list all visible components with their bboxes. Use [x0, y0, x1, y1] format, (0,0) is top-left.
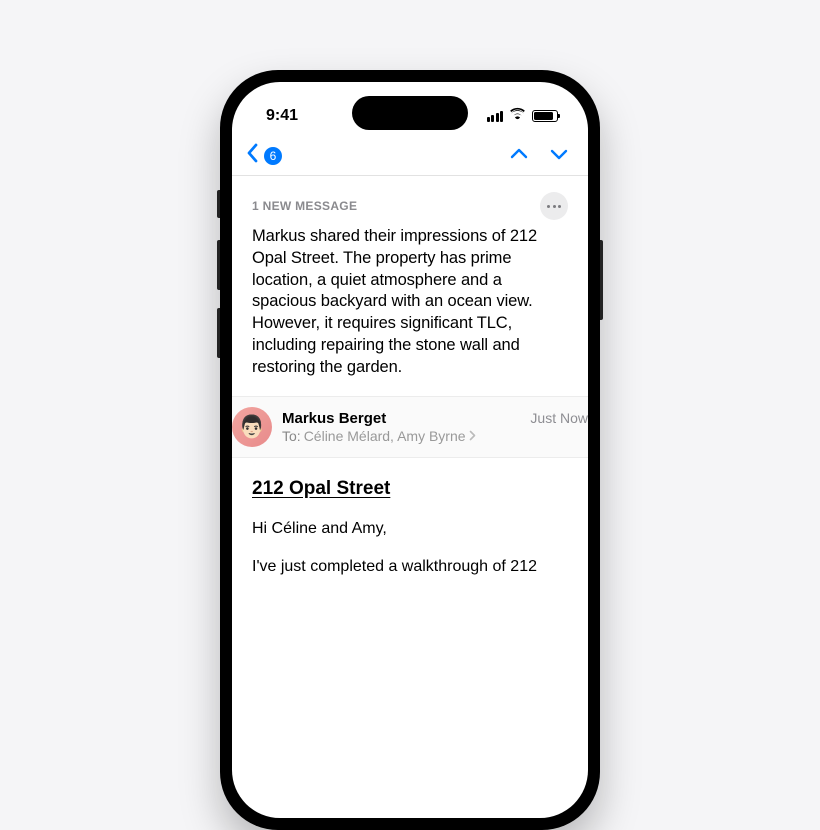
- message-summary: 1 NEW MESSAGE Markus shared their impres…: [232, 176, 588, 378]
- battery-icon: [532, 110, 558, 122]
- sender-name: Markus Berget: [282, 410, 386, 427]
- recipients-line[interactable]: To: Céline Mélard, Amy Byrne: [282, 428, 588, 444]
- dynamic-island: [352, 96, 468, 130]
- chevron-right-icon: [469, 428, 476, 444]
- to-label: To:: [282, 428, 301, 444]
- back-button[interactable]: 6: [246, 143, 282, 168]
- more-button[interactable]: [540, 192, 568, 220]
- unread-badge: 6: [264, 147, 282, 165]
- screen: 9:41 6: [232, 82, 588, 818]
- summary-label: 1 NEW MESSAGE: [252, 199, 357, 213]
- email-body-line: I've just completed a walkthrough of 212: [252, 556, 568, 578]
- timestamp: Just Now: [530, 410, 588, 426]
- phone-side-buttons: [217, 190, 220, 376]
- sender-row[interactable]: 👨🏻 Markus Berget Just Now To: Céline Mél…: [232, 396, 588, 458]
- email-greeting: Hi Céline and Amy,: [252, 518, 568, 540]
- nav-bar: 6: [232, 136, 588, 176]
- status-right: [487, 107, 559, 125]
- email-subject: 212 Opal Street: [252, 478, 568, 500]
- avatar: 👨🏻: [232, 407, 272, 447]
- previous-message-button[interactable]: [510, 147, 528, 165]
- cellular-signal-icon: [487, 111, 504, 122]
- status-time: 9:41: [266, 107, 298, 125]
- email-body: 212 Opal Street Hi Céline and Amy, I've …: [232, 458, 588, 577]
- next-message-button[interactable]: [550, 147, 568, 165]
- wifi-icon: [509, 107, 526, 125]
- summary-text: Markus shared their impressions of 212 O…: [252, 226, 568, 378]
- chevron-left-icon: [246, 143, 258, 168]
- phone-frame: 9:41 6: [220, 70, 600, 830]
- ellipsis-icon: [547, 205, 561, 208]
- recipients: Céline Mélard, Amy Byrne: [304, 428, 466, 444]
